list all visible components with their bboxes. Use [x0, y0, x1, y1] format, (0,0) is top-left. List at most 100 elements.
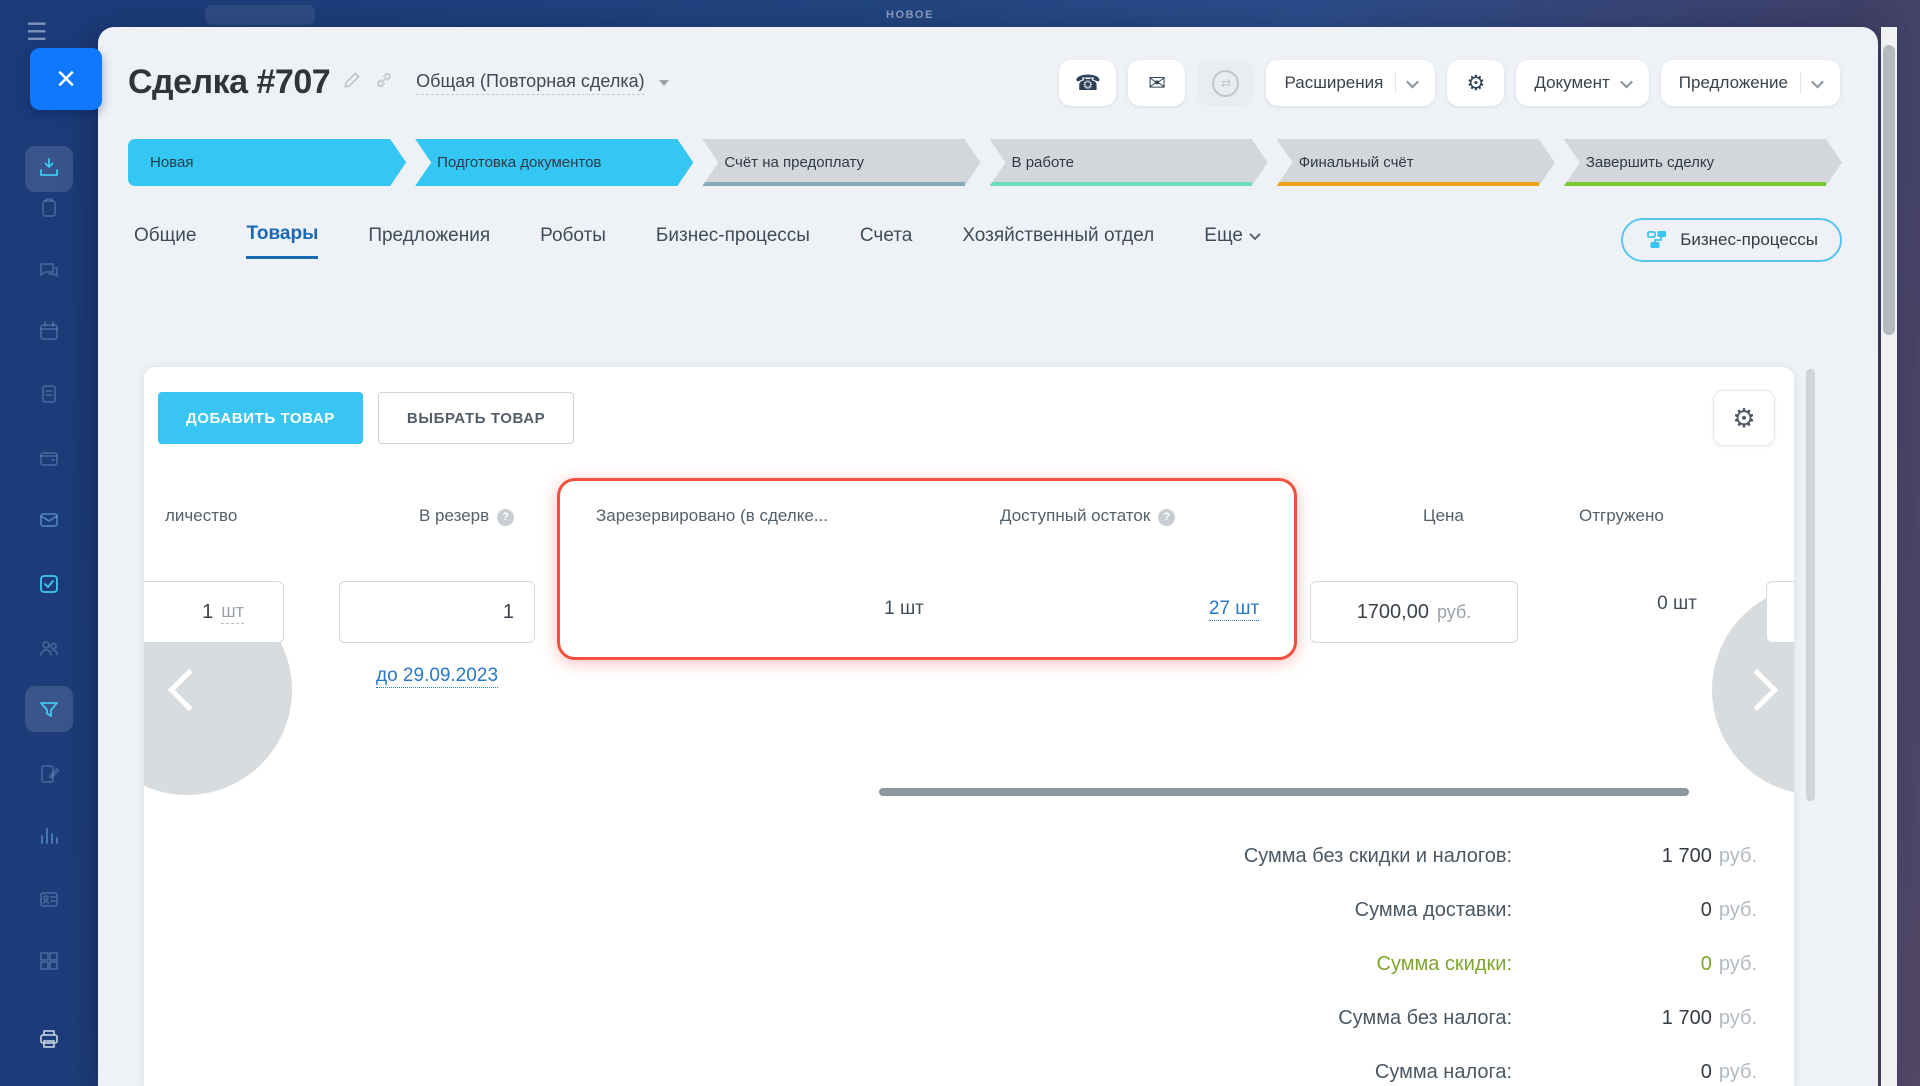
- link-icon[interactable]: [374, 70, 394, 95]
- stage-color-bar: [702, 182, 964, 186]
- tab-offers[interactable]: Предложения: [368, 223, 490, 259]
- stage-label: Завершить сделку: [1586, 154, 1714, 171]
- chat-button[interactable]: ⇄: [1197, 60, 1254, 106]
- summary-unit: руб.: [1719, 953, 1757, 975]
- stage-bar: Новая Подготовка документов Счёт на пред…: [128, 139, 1842, 186]
- price-input[interactable]: 1700,00 руб.: [1310, 581, 1518, 643]
- edit-pencil-icon[interactable]: [342, 70, 362, 95]
- edit-doc-icon[interactable]: [37, 762, 61, 786]
- totals-summary: Сумма без скидки и налогов: 1 700руб. Су…: [144, 829, 1757, 1086]
- summary-number: 0: [1701, 899, 1712, 921]
- people-icon[interactable]: [37, 636, 61, 660]
- mail-button[interactable]: ✉: [1128, 60, 1185, 106]
- tasks-check-icon[interactable]: [37, 572, 61, 596]
- window-scrollbar-track: [1881, 27, 1897, 1086]
- calendar-icon[interactable]: [37, 319, 61, 343]
- tab-household[interactable]: Хозяйственный отдел: [962, 223, 1154, 259]
- summary-row-discount: Сумма скидки: 0руб.: [144, 937, 1757, 991]
- chart-icon[interactable]: [37, 824, 61, 848]
- tab-general[interactable]: Общие: [134, 223, 196, 259]
- summary-number: 0: [1701, 953, 1712, 975]
- reserve-input[interactable]: 1: [339, 581, 535, 643]
- document-button[interactable]: Документ: [1516, 60, 1648, 106]
- tab-more[interactable]: Еще: [1204, 223, 1259, 259]
- pipeline-selector[interactable]: Общая (Повторная сделка): [416, 71, 644, 95]
- tab-invoices[interactable]: Счета: [860, 223, 912, 259]
- divider: [1800, 72, 1801, 94]
- summary-row: Сумма без скидки и налогов: 1 700руб.: [144, 829, 1757, 883]
- horizontal-scrollbar[interactable]: [879, 788, 1689, 796]
- available-stock-link[interactable]: 27 шт: [1209, 598, 1259, 621]
- col-shipped: Отгружено: [1579, 506, 1664, 526]
- wallet-icon[interactable]: [37, 446, 61, 470]
- grid-icon[interactable]: [37, 949, 61, 973]
- summary-value: 0руб.: [1512, 899, 1757, 922]
- panel-vertical-scrollbar[interactable]: [1806, 369, 1815, 801]
- stage-final-invoice[interactable]: Финальный счёт: [1277, 139, 1555, 186]
- window-scrollbar-thumb[interactable]: [1883, 45, 1895, 335]
- tab-robots[interactable]: Роботы: [540, 223, 606, 259]
- stage-color-bar: [1277, 182, 1539, 186]
- add-product-button[interactable]: ДОБАВИТЬ ТОВАР: [158, 392, 363, 444]
- tab-bar: Общие Товары Предложения Роботы Бизнес-п…: [134, 223, 1259, 259]
- quantity-unit[interactable]: шт: [221, 601, 244, 624]
- stage-new[interactable]: Новая: [128, 139, 406, 186]
- stage-label: Финальный счёт: [1299, 154, 1414, 171]
- chat-icon: ⇄: [1212, 70, 1239, 97]
- help-icon[interactable]: ?: [497, 509, 514, 526]
- quantity-input[interactable]: 1 шт: [144, 581, 284, 643]
- phone-button[interactable]: ☎: [1059, 60, 1116, 106]
- chevron-down-icon: [1620, 75, 1633, 88]
- partial-input[interactable]: [1766, 581, 1794, 643]
- stage-label: Подготовка документов: [437, 154, 601, 171]
- col-price: Цена: [1423, 506, 1464, 526]
- clipboard-icon[interactable]: [37, 196, 61, 220]
- price-currency: руб.: [1437, 602, 1471, 623]
- funnel-icon[interactable]: [37, 698, 61, 722]
- mail-icon[interactable]: [37, 508, 61, 532]
- summary-label: Сумма без скидки и налогов:: [1244, 845, 1512, 868]
- extensions-button[interactable]: Расширения: [1266, 60, 1435, 106]
- tab-products[interactable]: Товары: [246, 223, 318, 259]
- document-icon[interactable]: [37, 382, 61, 406]
- tab-bizproc[interactable]: Бизнес-процессы: [656, 223, 810, 259]
- divider: [1395, 72, 1396, 94]
- idcard-icon[interactable]: [37, 887, 61, 911]
- col-available-label: Доступный остаток: [1000, 506, 1150, 525]
- select-product-button[interactable]: ВЫБРАТЬ ТОВАР: [378, 392, 574, 444]
- offer-label: Предложение: [1679, 73, 1788, 93]
- summary-unit: руб.: [1719, 1007, 1757, 1029]
- help-icon[interactable]: ?: [1158, 509, 1175, 526]
- table-settings-gear-button[interactable]: ⚙: [1713, 390, 1775, 446]
- close-icon[interactable]: ×: [30, 48, 102, 110]
- reserve-value: 1: [503, 601, 514, 624]
- chevron-down-icon: [1249, 228, 1260, 239]
- stage-prepayment[interactable]: Счёт на предоплату: [702, 139, 980, 186]
- summary-value: 0 руб.: [1512, 953, 1757, 976]
- tray-download-icon[interactable]: [37, 156, 61, 180]
- stage-in-progress[interactable]: В работе: [990, 139, 1268, 186]
- col-available: Доступный остаток?: [1000, 506, 1175, 526]
- stage-color-bar: [1564, 182, 1826, 186]
- products-panel: ДОБАВИТЬ ТОВАР ВЫБРАТЬ ТОВАР ⚙ личество …: [144, 367, 1794, 1086]
- business-process-label: Бизнес-процессы: [1680, 230, 1818, 250]
- menu-icon[interactable]: ☰: [26, 18, 48, 47]
- summary-number: 0: [1701, 1061, 1712, 1083]
- stage-docs[interactable]: Подготовка документов: [415, 139, 693, 186]
- stage-label: Счёт на предоплату: [724, 154, 864, 171]
- shipped-value: 0 шт: [1622, 593, 1732, 615]
- chat-icon[interactable]: [37, 259, 61, 283]
- printer-icon[interactable]: [37, 1027, 61, 1051]
- business-process-button[interactable]: Бизнес-процессы: [1621, 218, 1842, 262]
- stage-label: В работе: [1012, 154, 1075, 171]
- stage-close-deal[interactable]: Завершить сделку: [1564, 139, 1842, 186]
- chevron-down-icon: [659, 80, 669, 86]
- stage-label: Новая: [150, 154, 193, 171]
- bizproc-blocks-icon: [1645, 228, 1669, 252]
- col-reserve-label: В резерв: [419, 506, 489, 525]
- offer-button[interactable]: Предложение: [1661, 60, 1840, 106]
- settings-gear-button[interactable]: ⚙: [1447, 60, 1504, 106]
- stage-color-bar: [990, 182, 1252, 186]
- reserve-until-link[interactable]: до 29.09.2023: [376, 665, 498, 688]
- chevron-down-icon: [1406, 75, 1419, 88]
